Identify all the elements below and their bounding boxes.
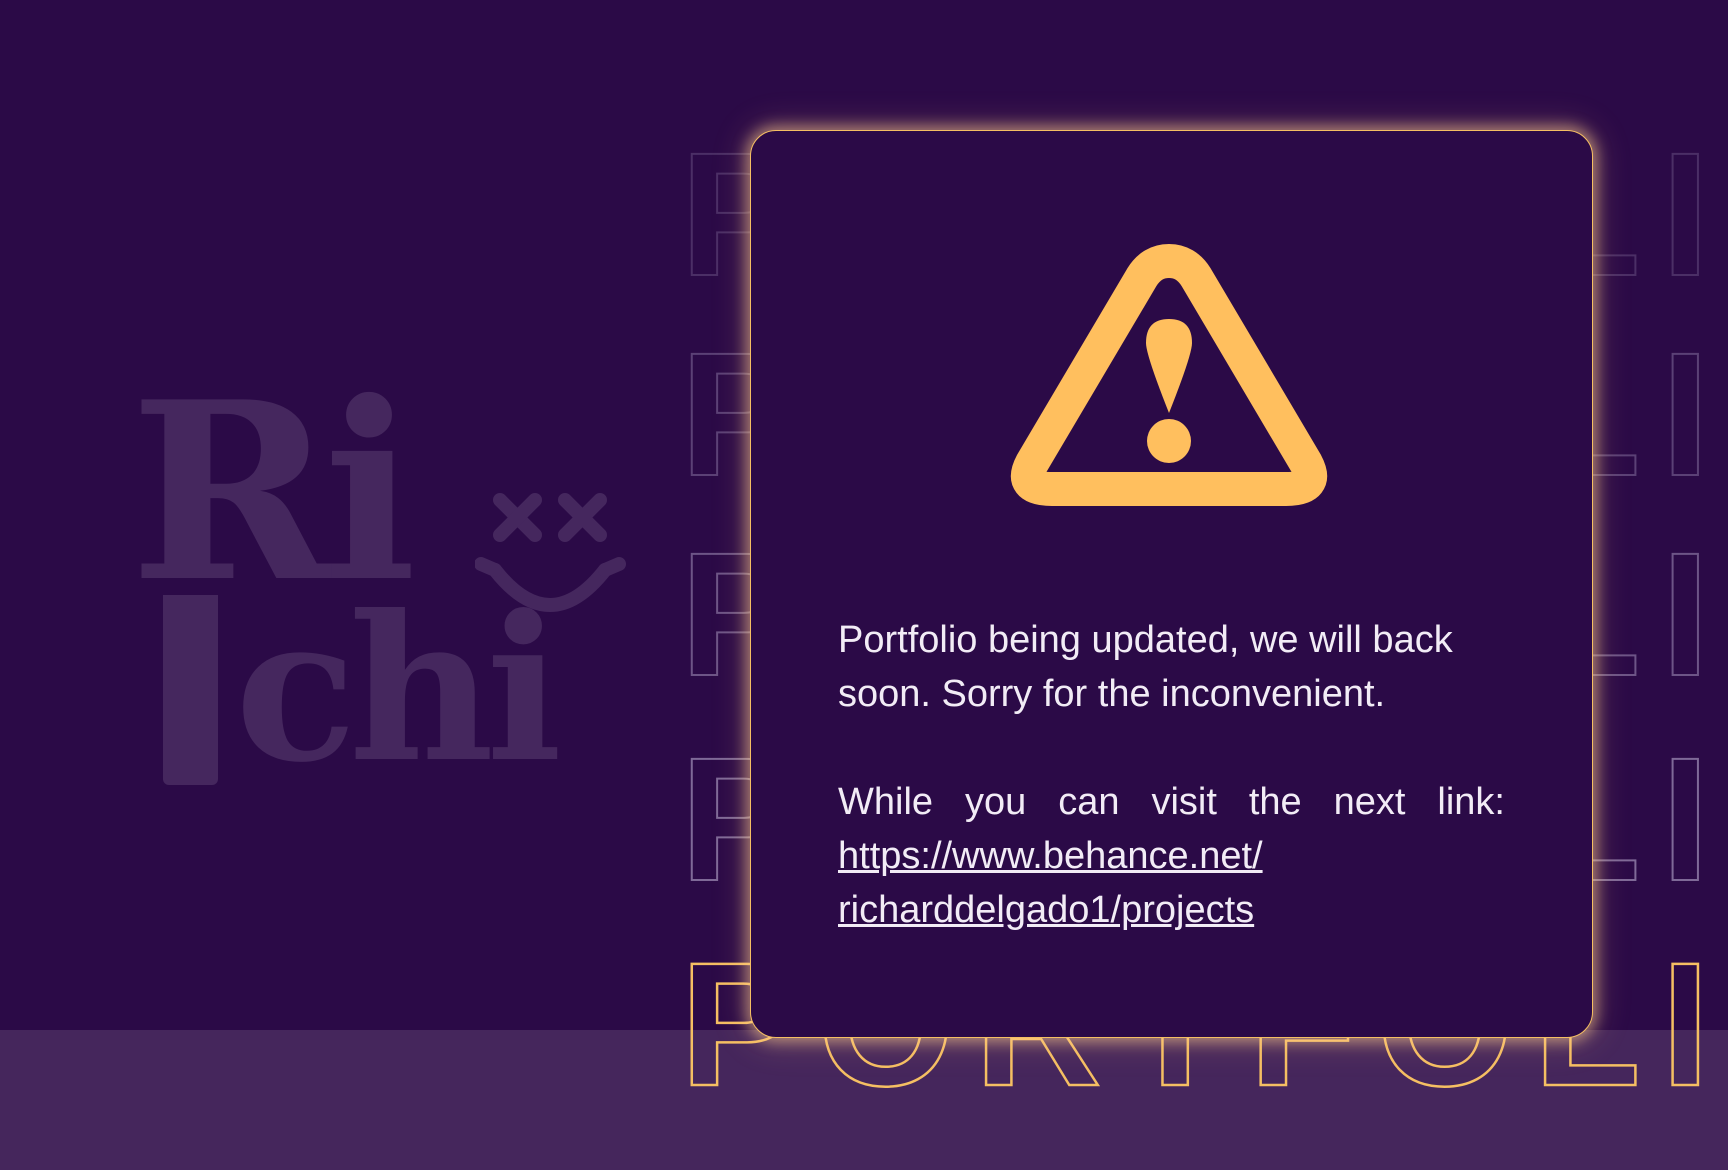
maintenance-message: Portfolio being updated, we will back so…	[838, 613, 1505, 937]
link-intro-text: While you can visit the next link:	[838, 781, 1505, 823]
richi-logo: Ri chi	[130, 370, 650, 800]
dead-smiley-icon	[475, 493, 626, 612]
warning-triangle-icon	[1011, 244, 1327, 506]
maintenance-modal: Portfolio being updated, we will back so…	[750, 130, 1593, 1038]
behance-link[interactable]: https://www.behance.net/ richarddelgado1…	[838, 829, 1505, 937]
update-notice-text: Portfolio being updated, we will back so…	[838, 619, 1453, 715]
